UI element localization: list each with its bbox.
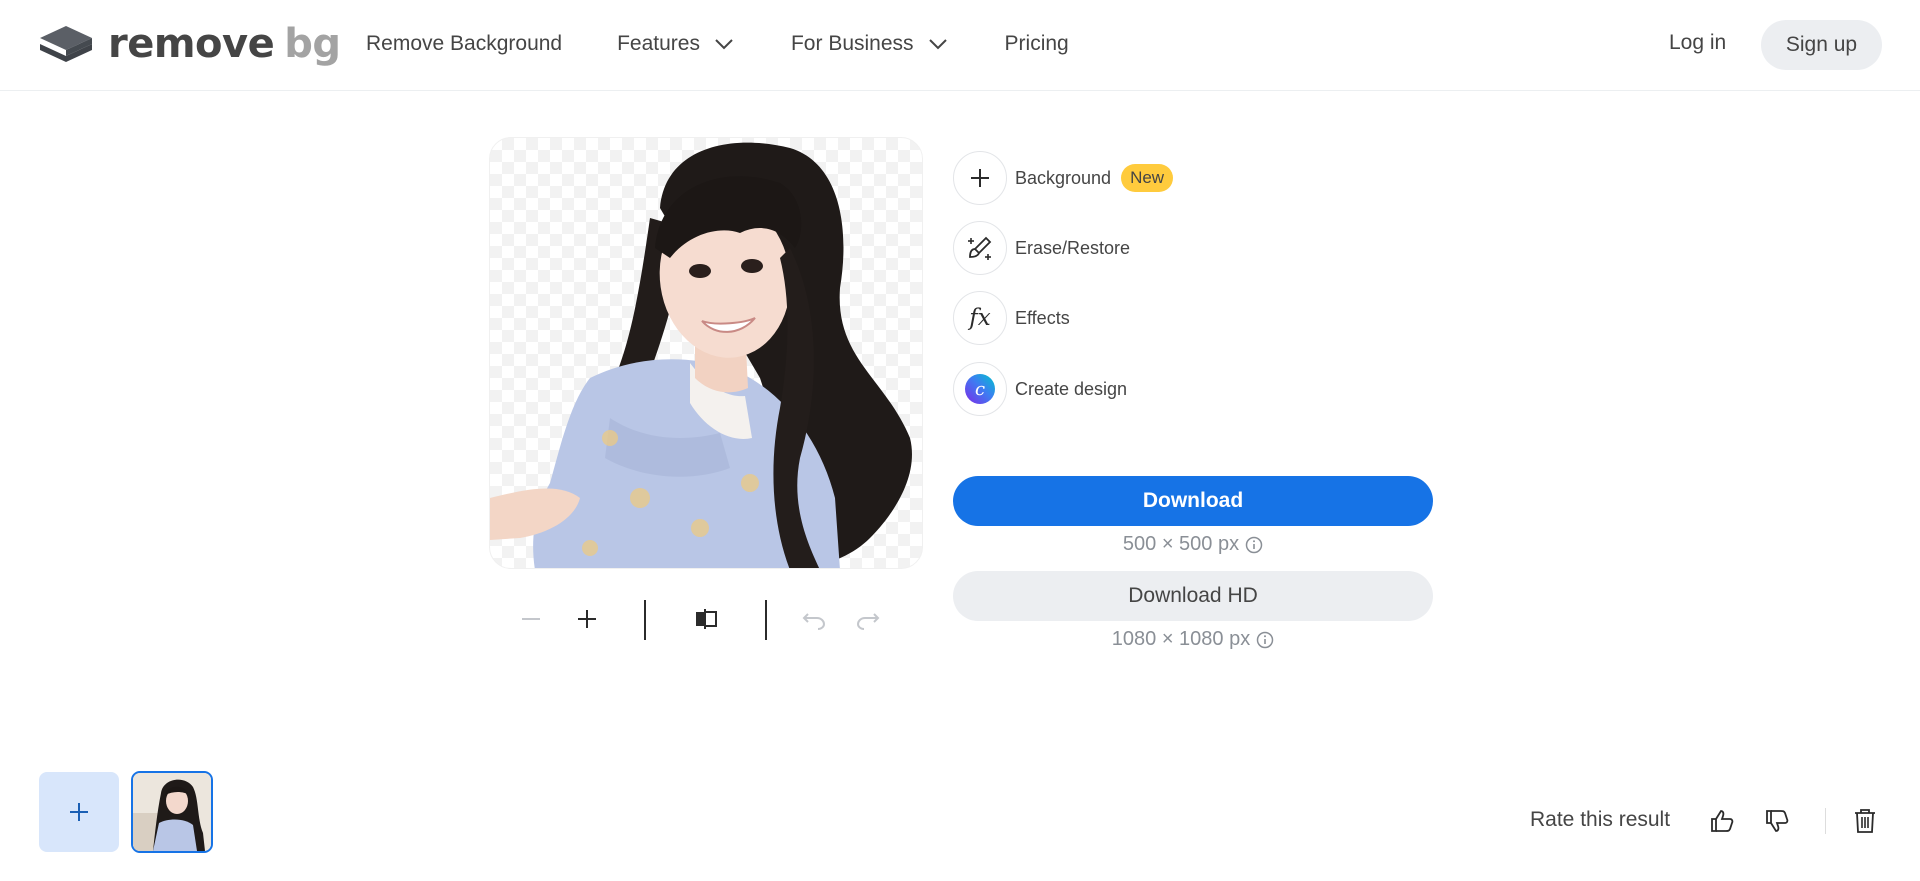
zoom-out-icon (522, 618, 540, 620)
nav-item-remove-background[interactable]: Remove Background (366, 32, 562, 56)
thumbs-up-icon (1711, 810, 1734, 832)
chevron-down-icon (715, 39, 733, 50)
thumbs-down-button[interactable] (1759, 803, 1795, 839)
nav-item-features[interactable]: Features (617, 32, 736, 56)
option-label: Erase/Restore (1015, 237, 1131, 258)
download-dimensions: 500 × 500 px (953, 533, 1433, 556)
option-icon-circle: fx (953, 291, 1007, 345)
option-label: Effects (1015, 307, 1070, 328)
rate-result-label: Rate this result (1530, 808, 1671, 831)
logo[interactable]: remove bg (38, 21, 341, 67)
nav-item-label: Remove Background (366, 32, 563, 55)
new-badge: New (1121, 164, 1174, 192)
plus-icon (70, 803, 88, 821)
signup-button[interactable]: Sign up (1761, 20, 1882, 70)
undo-icon (802, 613, 826, 630)
subject-photo (490, 142, 912, 568)
option-label: Create design (1015, 378, 1128, 399)
fx-icon: fx (969, 305, 991, 331)
zoom-in-button[interactable] (569, 601, 605, 637)
zoom-in-icon (578, 610, 596, 628)
info-icon[interactable] (1256, 631, 1274, 649)
layers-logo-icon (40, 26, 92, 62)
trash-icon (1855, 809, 1875, 833)
info-icon[interactable] (1245, 536, 1263, 554)
option-create-design[interactable]: c Create design (953, 362, 1127, 416)
delete-button[interactable] (1847, 803, 1883, 839)
option-icon-circle (953, 151, 1007, 205)
result-preview[interactable] (489, 137, 923, 569)
plus-icon (971, 169, 989, 187)
dimensions-text: 500 × 500 px (1122, 533, 1240, 555)
toolbar-divider (765, 600, 767, 640)
toolbar-divider (644, 600, 646, 640)
redo-button[interactable] (850, 601, 886, 637)
brush-icon (968, 236, 992, 260)
option-icon-circle: c (953, 362, 1007, 416)
brand-name-part2: bg (284, 21, 341, 67)
nav-item-label: Pricing (1004, 32, 1069, 55)
chevron-down-icon (928, 39, 947, 50)
option-erase-restore[interactable]: Erase/Restore (953, 221, 1130, 275)
login-link[interactable]: Log in (1669, 31, 1726, 55)
image-thumbnail[interactable] (131, 771, 213, 853)
compare-button[interactable] (688, 601, 724, 637)
zoom-out-button[interactable] (513, 601, 549, 637)
brand-name: remove bg (108, 21, 341, 67)
main-nav: Remove Background Features For Business … (366, 28, 1124, 60)
compare-icon (696, 609, 717, 629)
top-header: remove bg Remove Background Features For … (0, 0, 1920, 91)
add-image-button[interactable] (39, 772, 119, 852)
nav-item-for-business[interactable]: For Business (791, 32, 950, 56)
footer-divider (1825, 808, 1826, 834)
thumbs-up-button[interactable] (1704, 803, 1740, 839)
canva-icon: c (965, 374, 995, 404)
nav-item-label: Features (617, 32, 700, 55)
nav-item-pricing[interactable]: Pricing (1005, 32, 1069, 56)
download-hd-dimensions: 1080 × 1080 px (953, 628, 1433, 651)
option-label: Background (1015, 167, 1112, 188)
redo-icon (856, 613, 880, 630)
download-button[interactable]: Download (953, 476, 1433, 526)
undo-button[interactable] (796, 601, 832, 637)
nav-item-label: For Business (790, 32, 914, 55)
download-hd-button[interactable]: Download HD (953, 571, 1433, 621)
option-icon-circle (953, 221, 1007, 275)
thumbnail-photo (133, 773, 211, 851)
thumbs-down-icon (1766, 810, 1789, 832)
option-effects[interactable]: fx Effects (953, 291, 1070, 345)
dimensions-text: 1080 × 1080 px (1111, 628, 1251, 650)
svg-text:c: c (975, 379, 985, 400)
option-background[interactable]: Background New (953, 151, 1174, 205)
brand-name-part1: remove (108, 21, 275, 67)
